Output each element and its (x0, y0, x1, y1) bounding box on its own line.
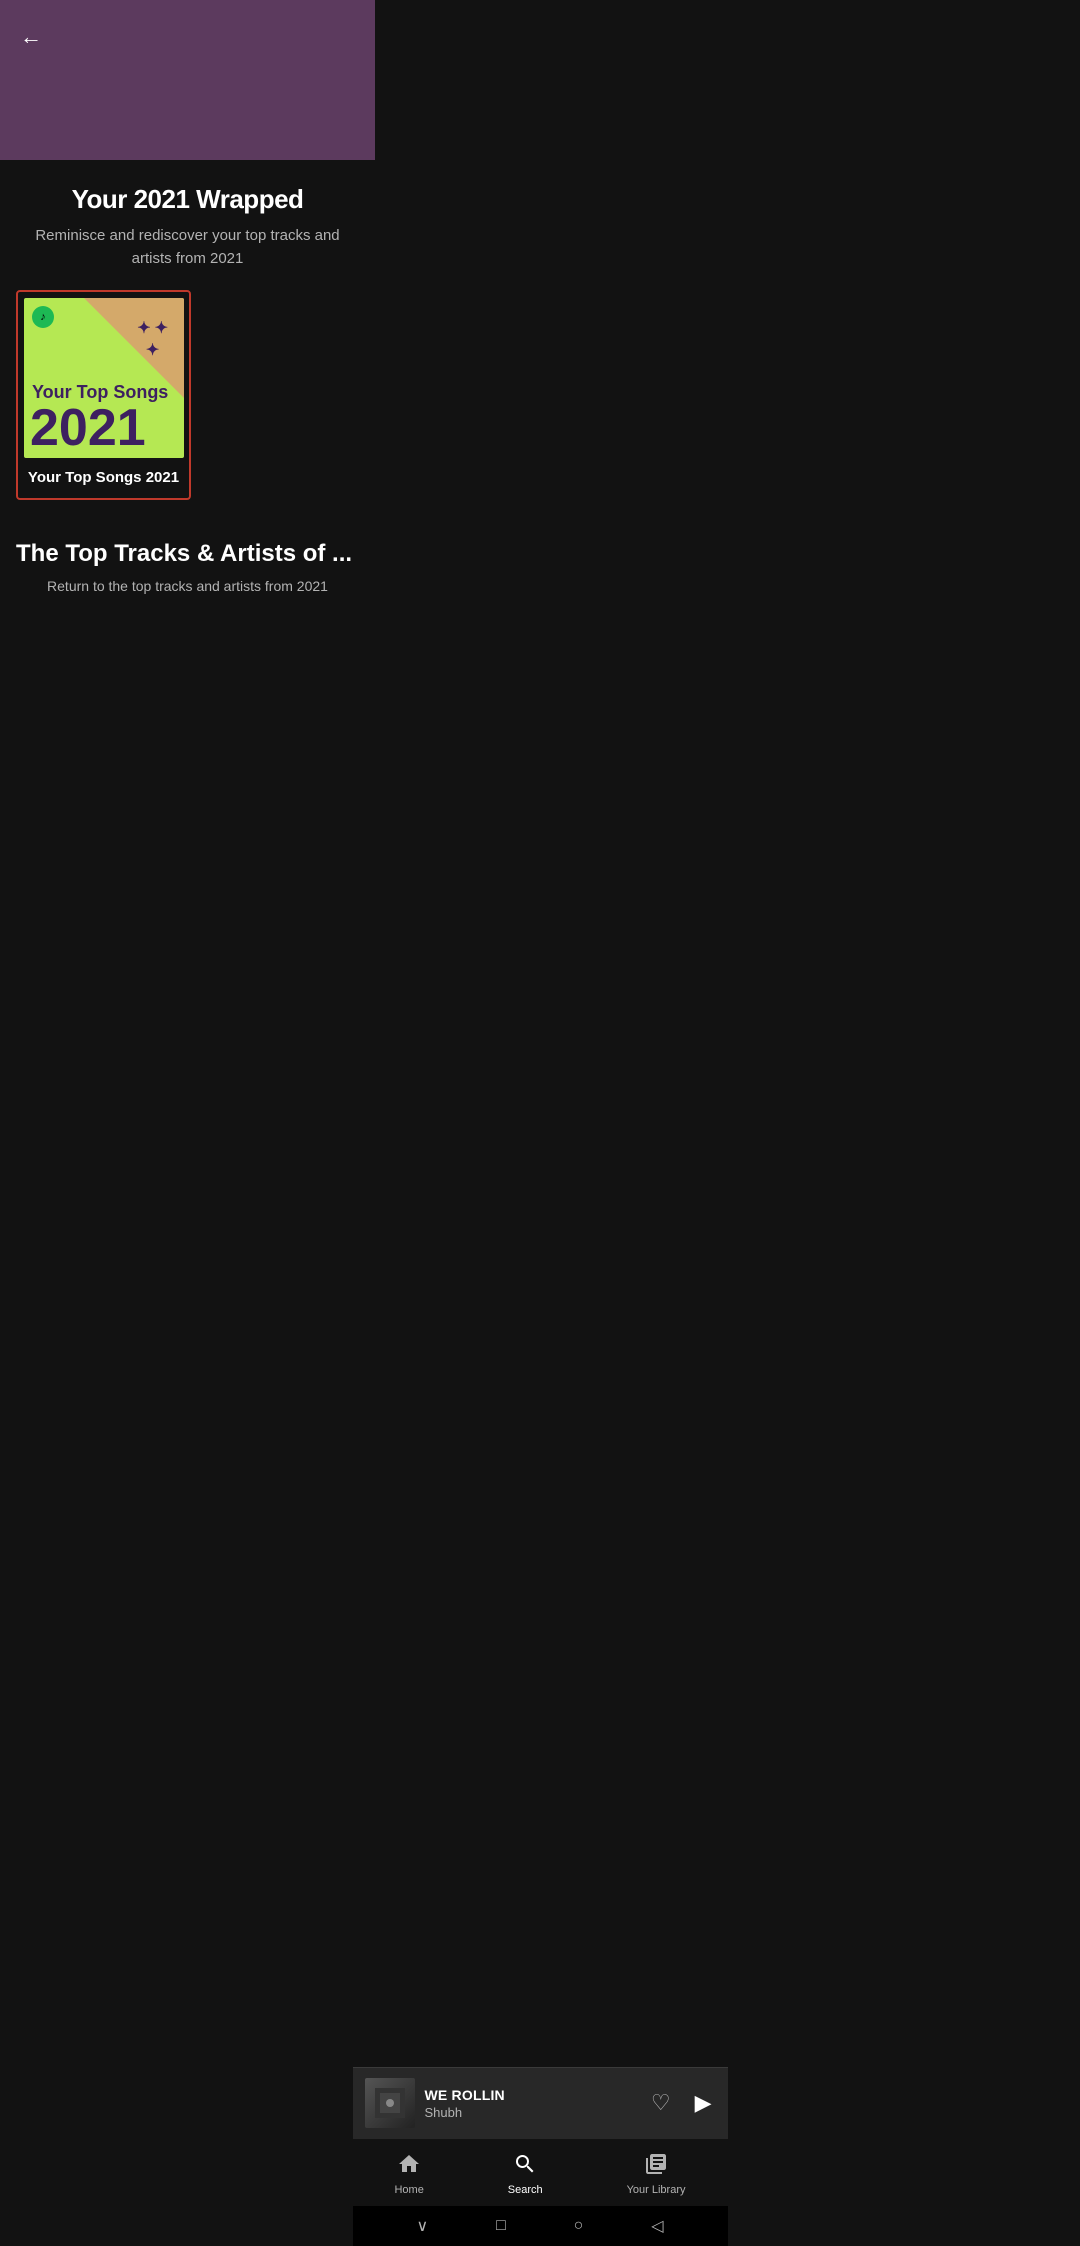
track-title: WE ROLLIN (425, 2087, 637, 2103)
section1-title: Your 2021 Wrapped (16, 184, 359, 215)
mini-player-thumbnail (365, 2078, 415, 2128)
section-two: The Top Tracks & Artists of ... Return t… (0, 500, 375, 613)
sys-recents-button[interactable]: □ (492, 2213, 510, 2239)
mini-player[interactable]: WE ROLLIN Shubh ♡ ▶ (353, 2067, 728, 2138)
library-svg-icon (644, 2152, 668, 2176)
section1-subtitle: Reminisce and rediscover your top tracks… (16, 225, 359, 270)
home-svg-icon (397, 2152, 421, 2176)
album-art-icon (375, 2088, 405, 2118)
nav-search[interactable]: Search (492, 2148, 559, 2200)
mini-player-controls: ♡ ▶ (647, 2086, 716, 2120)
mini-player-thumb-art (365, 2078, 415, 2128)
nav-library-label: Your Library (627, 2184, 686, 2196)
section2-title: The Top Tracks & Artists of ... (16, 540, 359, 568)
cover-stars-decoration: ✦ ✦ ✦ (137, 318, 168, 360)
library-icon (644, 2152, 668, 2180)
playlist-name: Your Top Songs 2021 (24, 468, 183, 488)
bottom-nav: Home Search Your Library (353, 2138, 728, 2206)
like-button[interactable]: ♡ (647, 2086, 675, 2120)
back-button[interactable]: ← (16, 20, 46, 54)
play-button[interactable]: ▶ (691, 2086, 716, 2120)
star-icon: ✦ (146, 340, 159, 360)
playlist-card[interactable]: ✦ ✦ ✦ Your Top Songs 2021 Your Top Songs… (16, 290, 191, 500)
star-icon: ✦ (155, 318, 168, 338)
main-content: Your 2021 Wrapped Reminisce and rediscov… (0, 160, 375, 500)
sys-back-button[interactable]: ◁ (647, 2212, 667, 2240)
nav-home-label: Home (394, 2184, 423, 2196)
section2-subtitle: Return to the top tracks and artists fro… (16, 576, 359, 597)
nav-library[interactable]: Your Library (611, 2148, 702, 2200)
nav-search-label: Search (508, 2184, 543, 2196)
nav-home[interactable]: Home (378, 2148, 439, 2200)
sys-chevron-down-button[interactable]: ∨ (412, 2212, 432, 2240)
spotify-logo-icon (32, 306, 54, 328)
header-area: ← (0, 0, 375, 160)
home-icon (397, 2152, 421, 2180)
search-svg-icon (513, 2152, 537, 2176)
cover-year-text: 2021 (30, 402, 146, 454)
mini-player-info: WE ROLLIN Shubh (425, 2087, 637, 2120)
star-icon: ✦ (137, 318, 150, 338)
system-nav: ∨ □ ○ ◁ (353, 2206, 728, 2246)
track-artist: Shubh (425, 2105, 637, 2120)
sys-home-button[interactable]: ○ (570, 2213, 588, 2239)
playlist-cover: ✦ ✦ ✦ Your Top Songs 2021 (24, 298, 184, 458)
search-icon (513, 2152, 537, 2180)
